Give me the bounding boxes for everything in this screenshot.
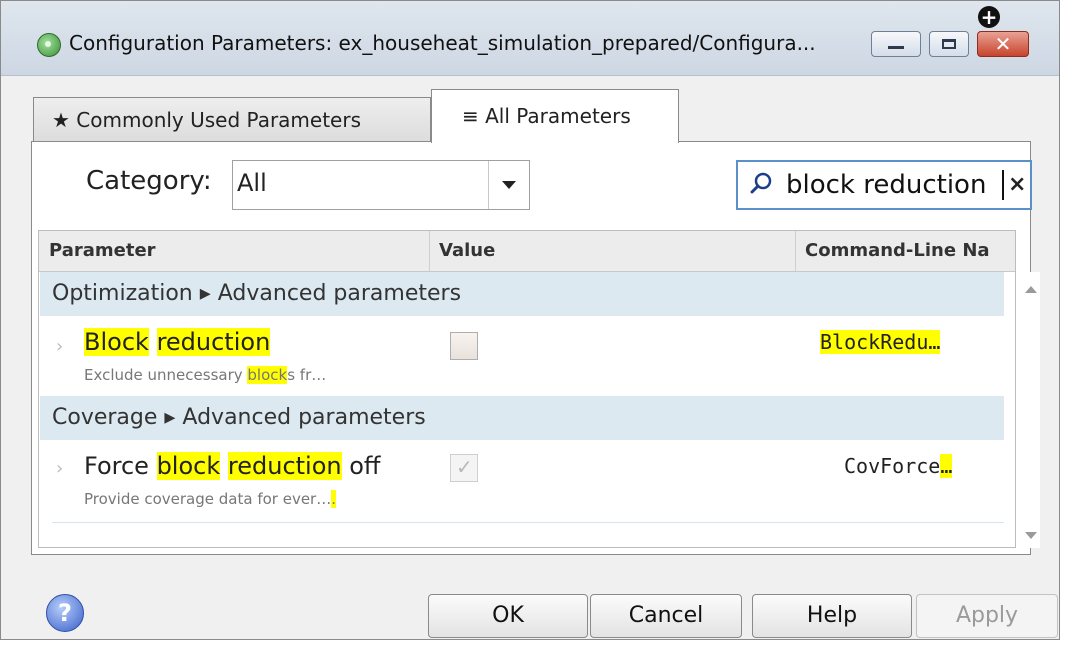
category-value: All bbox=[237, 169, 267, 197]
scroll-up-icon[interactable] bbox=[1025, 286, 1037, 293]
minimize-button[interactable] bbox=[871, 31, 921, 57]
highlight-text: reduction bbox=[227, 452, 342, 480]
search-input[interactable]: block reduction × bbox=[736, 160, 1032, 210]
param-desc-text: Provide coverage data for ever… bbox=[84, 490, 332, 508]
apply-button[interactable]: Apply bbox=[916, 594, 1058, 638]
column-divider[interactable] bbox=[795, 231, 796, 271]
close-icon: ✕ bbox=[994, 32, 1012, 56]
highlight-text: reduction bbox=[156, 328, 271, 356]
column-header-value[interactable]: Value bbox=[439, 231, 789, 271]
vertical-scrollbar[interactable] bbox=[1018, 272, 1040, 548]
maximize-button[interactable] bbox=[929, 31, 969, 57]
highlight-text: … bbox=[940, 454, 953, 478]
cmd-text: CovForce bbox=[844, 454, 941, 478]
param-desc-force-block-reduction-off: Provide coverage data for ever…. bbox=[84, 490, 336, 508]
row-divider bbox=[52, 522, 1004, 523]
tab-all-parameters[interactable]: ≡ All Parameters bbox=[431, 89, 679, 143]
group-row-optimization[interactable]: Optimization ▸ Advanced parameters bbox=[40, 272, 1004, 316]
clear-search-icon[interactable]: × bbox=[1008, 172, 1026, 197]
param-name-text bbox=[220, 452, 228, 480]
cmd-force-block-reduction: CovForce… bbox=[844, 454, 953, 478]
simulink-app-icon bbox=[37, 33, 61, 57]
tab-commonly-used-parameters[interactable]: ★ Commonly Used Parameters bbox=[33, 97, 431, 143]
highlight-text: Block bbox=[84, 328, 149, 356]
group-row-coverage[interactable]: Coverage ▸ Advanced parameters bbox=[40, 396, 1004, 440]
checkmark-icon: ✓ bbox=[456, 455, 473, 479]
param-desc-text: s fr… bbox=[287, 366, 327, 384]
table-header: Parameter Value Command-Line Na bbox=[39, 231, 1015, 272]
highlight-text: block bbox=[247, 366, 288, 384]
text-caret bbox=[1002, 170, 1004, 200]
title-bar[interactable]: Configuration Parameters: ex_househeat_s… bbox=[1, 1, 1059, 76]
add-column-icon[interactable]: + bbox=[978, 6, 1000, 28]
param-name-text: Force bbox=[84, 452, 157, 480]
column-header-parameter[interactable]: Parameter bbox=[49, 231, 429, 271]
search-text: block reduction bbox=[786, 170, 987, 200]
help-button[interactable]: Help bbox=[752, 594, 912, 638]
force-block-reduction-checkbox[interactable]: ✓ bbox=[450, 454, 478, 482]
param-name-text: off bbox=[341, 452, 381, 480]
category-label: Category: bbox=[86, 166, 212, 196]
column-header-command-line-name[interactable]: Command-Line Na bbox=[805, 231, 1015, 271]
chevron-right-icon[interactable]: › bbox=[56, 336, 63, 357]
param-name-block-reduction[interactable]: Block reduction bbox=[84, 328, 271, 356]
search-icon bbox=[750, 172, 772, 194]
highlight-text: block bbox=[156, 452, 221, 480]
ok-button[interactable]: OK bbox=[428, 594, 588, 638]
param-desc-block-reduction: Exclude unnecessary blocks fr… bbox=[84, 366, 326, 384]
chevron-right-icon[interactable]: › bbox=[56, 458, 63, 479]
highlight-text: . bbox=[331, 490, 336, 508]
param-desc-text: Exclude unnecessary bbox=[84, 366, 248, 384]
category-dropdown[interactable]: All bbox=[232, 160, 530, 210]
close-button[interactable]: ✕ bbox=[977, 31, 1029, 57]
param-name-force-block-reduction-off[interactable]: Force block reduction off bbox=[84, 452, 380, 480]
help-icon[interactable]: ? bbox=[46, 594, 84, 632]
chevron-down-icon[interactable] bbox=[488, 161, 529, 209]
column-divider[interactable] bbox=[429, 231, 430, 271]
cancel-button[interactable]: Cancel bbox=[590, 594, 742, 638]
highlight-text: BlockRedu… bbox=[820, 330, 941, 354]
window-title: Configuration Parameters: ex_househeat_s… bbox=[69, 31, 816, 55]
param-name-text bbox=[149, 328, 157, 356]
cmd-block-reduction: BlockRedu… bbox=[820, 330, 941, 354]
scroll-down-icon[interactable] bbox=[1025, 532, 1037, 539]
block-reduction-checkbox[interactable] bbox=[450, 332, 478, 360]
